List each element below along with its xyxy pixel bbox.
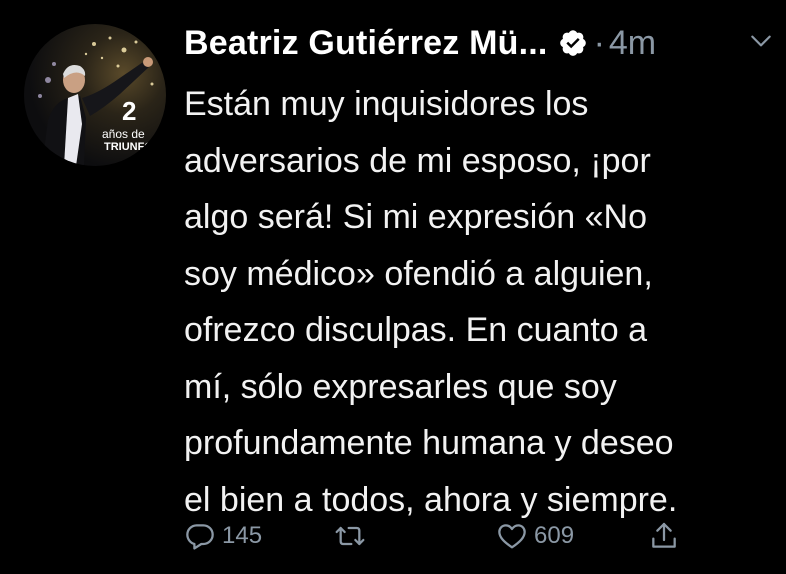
reply-icon xyxy=(184,520,216,552)
tweet-text-line: adversarios de mi esposo, ¡por xyxy=(184,141,651,180)
retweet-button[interactable] xyxy=(334,514,372,558)
avatar[interactable]: 2 años de TRIUNFO xyxy=(24,24,166,166)
avatar-caption-line1: años de xyxy=(102,127,145,141)
tweet-text-line: Están muy inquisidores los xyxy=(184,85,589,123)
heart-icon xyxy=(496,520,528,552)
reply-count: 145 xyxy=(222,522,263,549)
tweet-text-line: profundamente humana y deseo xyxy=(184,424,674,462)
tweet-text: Están muy inquisidores los adversarios d… xyxy=(184,76,780,528)
author-name[interactable]: Beatriz Gutiérrez Mü... xyxy=(184,24,548,63)
avatar-caption-line2: TRIUNFO xyxy=(104,141,153,153)
tweet-header: Beatriz Gutiérrez Mü... · 4m xyxy=(184,20,656,66)
tweet-actions: 145 609 xyxy=(184,514,744,558)
tweet-text-line: algo será! Si mi expresión «No xyxy=(184,198,648,236)
avatar-photo: 2 años de TRIUNFO xyxy=(38,36,154,166)
tweet-card[interactable]: 2 años de TRIUNFO Beatriz Gutiérrez Mü..… xyxy=(0,0,786,574)
time-separator: · xyxy=(593,23,605,62)
timestamp[interactable]: 4m xyxy=(609,24,656,63)
chevron-down-icon[interactable] xyxy=(748,28,774,54)
like-button[interactable]: 609 xyxy=(496,514,574,558)
tweet-text-line: ofrezco disculpas. En cuanto a xyxy=(184,311,648,349)
tweet-text-line: soy médico» ofendió a alguien, xyxy=(184,254,653,293)
share-button[interactable] xyxy=(648,514,680,558)
share-icon xyxy=(648,520,680,552)
like-count: 609 xyxy=(534,522,575,549)
reply-button[interactable]: 145 xyxy=(184,514,262,558)
avatar-number: 2 xyxy=(122,96,136,126)
retweet-icon xyxy=(334,520,366,552)
tweet-text-line: mí, sólo expresarles que soy xyxy=(184,367,617,406)
verified-badge-icon xyxy=(558,28,588,58)
